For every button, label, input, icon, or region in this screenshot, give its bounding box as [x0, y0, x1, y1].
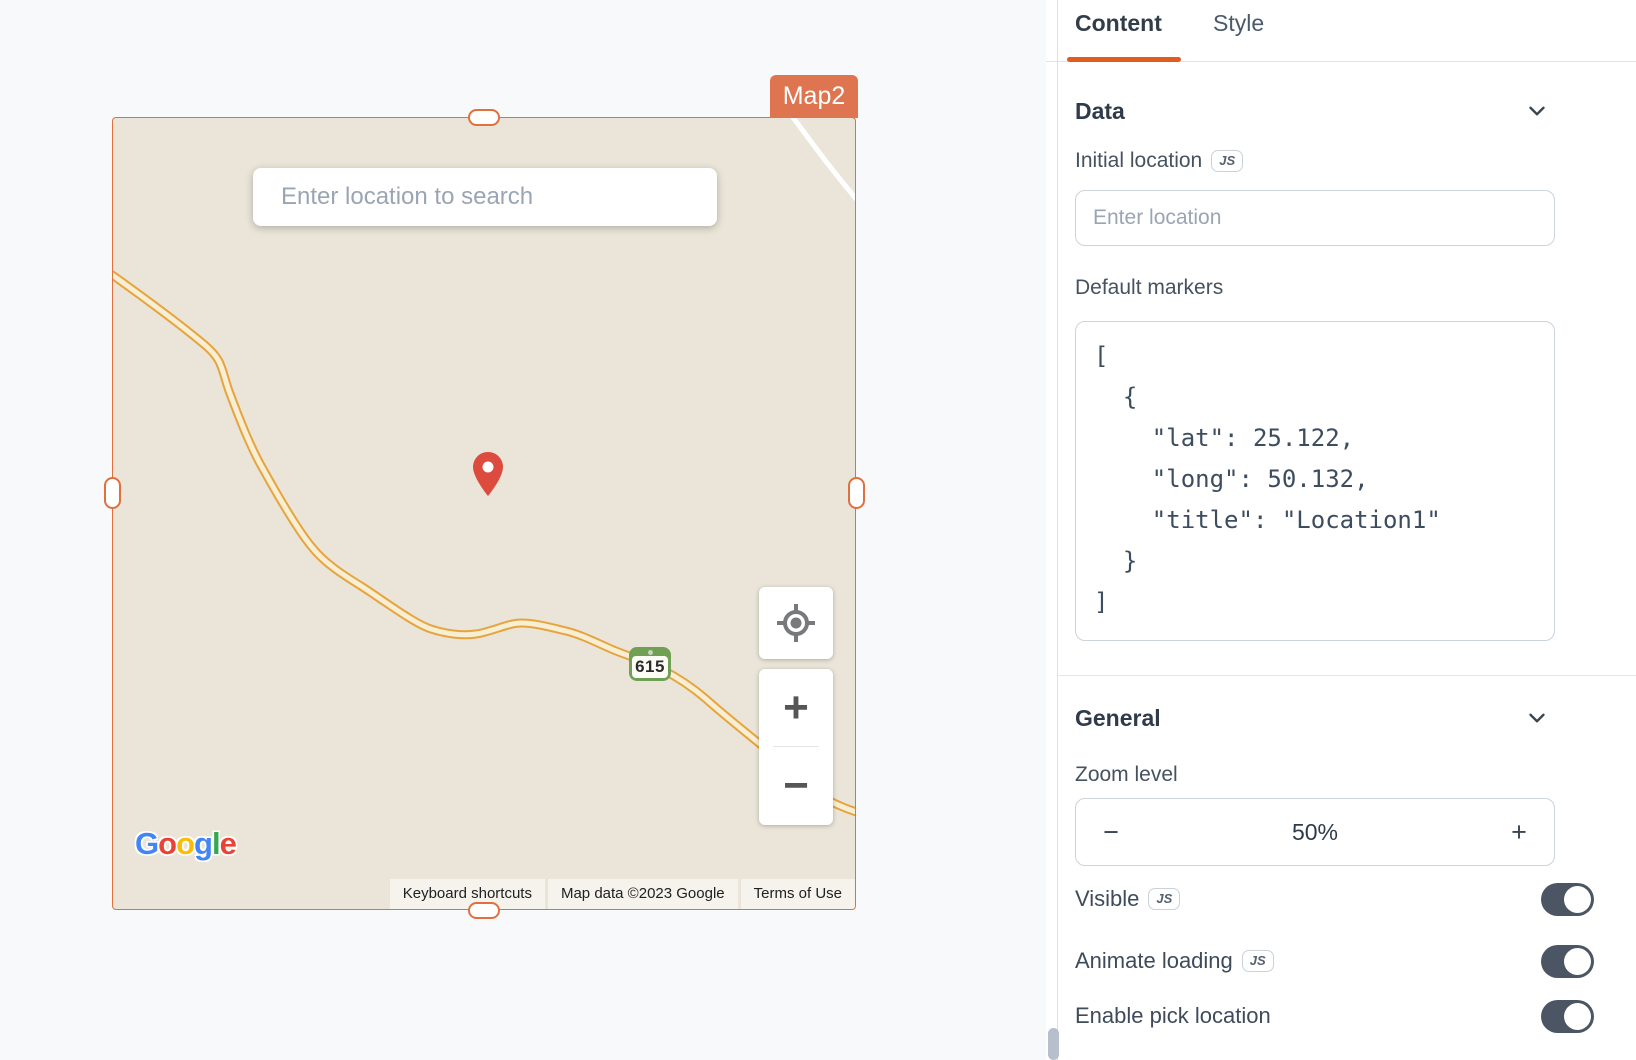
- enable-pick-location-label: Enable pick location: [1075, 1003, 1271, 1029]
- toggle-row-enable-pick-location: Enable pick location: [1075, 999, 1605, 1033]
- map-data-copyright: Map data ©2023 Google: [548, 879, 738, 909]
- map-widget[interactable]: 615 + − Google: [112, 117, 856, 910]
- animate-loading-label: Animate loading JS: [1075, 948, 1274, 974]
- toggle-row-visible: Visible JS: [1075, 882, 1605, 916]
- google-logo-letter: e: [220, 826, 236, 861]
- chevron-down-icon[interactable]: [1524, 705, 1550, 731]
- tab-style[interactable]: Style: [1213, 10, 1264, 37]
- terms-of-use-link[interactable]: Terms of Use: [741, 879, 855, 909]
- zoom-level-increment-button[interactable]: +: [1484, 799, 1554, 865]
- js-toggle-badge[interactable]: JS: [1242, 950, 1274, 972]
- google-logo-letter: l: [212, 826, 220, 861]
- active-tab-underline: [1067, 57, 1181, 62]
- property-pane: Content Style Data Initial location JS D…: [1046, 0, 1636, 1060]
- pane-scrollbar-track[interactable]: [1057, 0, 1058, 1060]
- resize-handle-bottom[interactable]: [468, 902, 500, 919]
- map-roads: [113, 118, 855, 909]
- default-markers-code-editor[interactable]: [ { "lat": 25.122, "long": 50.132, "titl…: [1075, 321, 1555, 641]
- default-markers-label: Default markers: [1075, 276, 1223, 300]
- code-line: {: [1094, 377, 1536, 418]
- zoom-in-button[interactable]: +: [759, 669, 833, 746]
- google-logo-letter: g: [194, 826, 212, 861]
- animate-loading-label-text: Animate loading: [1075, 948, 1233, 974]
- pane-scrollbar-thumb[interactable]: [1048, 1028, 1059, 1060]
- toggle-knob: [1564, 1003, 1591, 1030]
- google-logo[interactable]: Google: [135, 826, 236, 862]
- route-number: 615: [632, 656, 668, 678]
- section-title-data: Data: [1075, 98, 1125, 125]
- map-attribution-bar: Keyboard shortcuts Map data ©2023 Google…: [390, 879, 855, 909]
- keyboard-shortcuts-link[interactable]: Keyboard shortcuts: [390, 879, 545, 909]
- widget-name-tag[interactable]: Map2: [770, 75, 858, 118]
- google-logo-letter: G: [135, 826, 158, 861]
- zoom-level-decrement-button[interactable]: −: [1076, 799, 1146, 865]
- pane-tabs: Content Style: [1046, 0, 1636, 62]
- initial-location-label-text: Initial location: [1075, 149, 1202, 173]
- code-line: [: [1094, 336, 1536, 377]
- code-line: "long": 50.132,: [1094, 459, 1536, 500]
- toggle-knob: [1564, 948, 1591, 975]
- chevron-down-icon[interactable]: [1524, 98, 1550, 124]
- code-line: }: [1094, 541, 1536, 582]
- my-location-icon: [775, 602, 817, 644]
- map-search-input[interactable]: [253, 168, 717, 226]
- toggle-knob: [1564, 886, 1591, 913]
- google-map[interactable]: 615 + − Google: [113, 118, 855, 909]
- js-toggle-badge[interactable]: JS: [1148, 888, 1180, 910]
- visible-label-text: Visible: [1075, 886, 1139, 912]
- zoom-level-value[interactable]: 50%: [1146, 819, 1484, 846]
- route-shield-dot: [648, 650, 653, 655]
- section-divider: [1057, 675, 1636, 676]
- section-title-general: General: [1075, 705, 1161, 732]
- map-marker-pin[interactable]: [473, 452, 503, 496]
- google-logo-letter: o: [176, 826, 194, 861]
- code-line: "title": "Location1": [1094, 500, 1536, 541]
- toggle-row-animate-loading: Animate loading JS: [1075, 944, 1605, 978]
- resize-handle-left[interactable]: [104, 477, 121, 509]
- code-line: "lat": 25.122,: [1094, 418, 1536, 459]
- enable-pick-location-toggle[interactable]: [1541, 1000, 1594, 1033]
- resize-handle-right[interactable]: [848, 477, 865, 509]
- code-line: ]: [1094, 582, 1536, 623]
- animate-loading-toggle[interactable]: [1541, 945, 1594, 978]
- js-toggle-badge[interactable]: JS: [1211, 150, 1243, 172]
- visible-label: Visible JS: [1075, 886, 1180, 912]
- my-location-button[interactable]: [759, 587, 833, 659]
- resize-handle-top[interactable]: [468, 109, 500, 126]
- app-canvas: Map2 615: [0, 0, 1636, 1060]
- initial-location-input[interactable]: [1075, 190, 1555, 246]
- tab-content[interactable]: Content: [1075, 10, 1162, 37]
- initial-location-label: Initial location JS: [1075, 149, 1243, 173]
- visible-toggle[interactable]: [1541, 883, 1594, 916]
- google-logo-letter: o: [158, 826, 176, 861]
- zoom-out-button[interactable]: −: [759, 747, 833, 824]
- route-shield-badge: 615: [629, 647, 671, 681]
- zoom-level-stepper: − 50% +: [1075, 798, 1555, 866]
- enable-pick-location-label-text: Enable pick location: [1075, 1003, 1271, 1029]
- zoom-level-label: Zoom level: [1075, 763, 1178, 787]
- map-zoom-control: + −: [759, 669, 833, 825]
